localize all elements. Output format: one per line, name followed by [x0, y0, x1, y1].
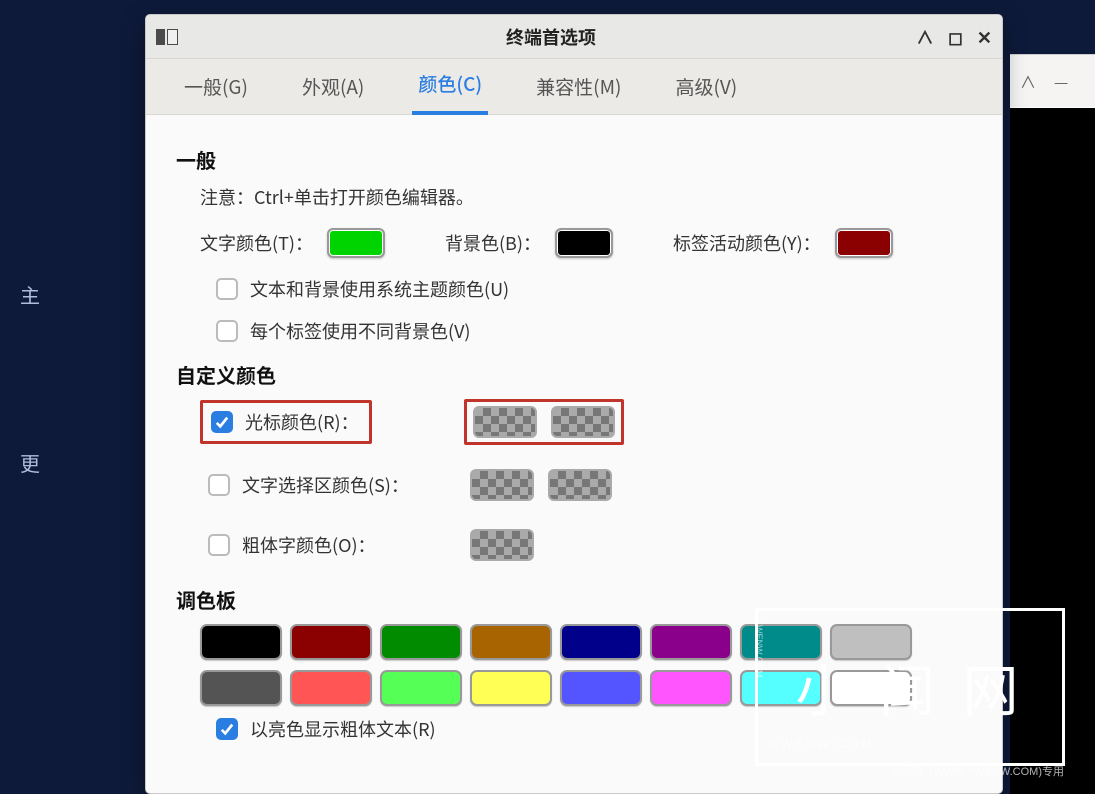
- bg-hint-1: 主: [20, 280, 40, 309]
- palette-swatch-row2-2[interactable]: [380, 670, 462, 706]
- bold-color-checkbox[interactable]: [208, 534, 230, 556]
- vary-bg-per-tab-label: 每个标签使用不同背景色(V): [250, 318, 471, 344]
- cursor-bg-swatch[interactable]: [551, 406, 615, 438]
- window-titlebar: 终端首选项 ∧ ◻ ✕: [146, 15, 1002, 59]
- tab-general[interactable]: 一般(G): [178, 59, 254, 114]
- tab-appearance[interactable]: 外观(A): [296, 59, 370, 114]
- app-icon: [156, 29, 178, 45]
- bright-bold-label: 以亮色显示粗体文本(R): [250, 716, 436, 742]
- palette-swatch-row1-0[interactable]: [200, 624, 282, 660]
- cursor-fg-swatch[interactable]: [473, 406, 537, 438]
- close-icon[interactable]: ✕: [977, 24, 992, 50]
- selection-bg-swatch[interactable]: [548, 469, 612, 501]
- section-general-heading: 一般: [176, 145, 972, 174]
- minimize-icon[interactable]: —: [1054, 69, 1068, 93]
- tab-colors[interactable]: 颜色(C): [412, 56, 488, 115]
- palette-swatch-row2-6[interactable]: [740, 670, 822, 706]
- tab-advanced[interactable]: 高级(V): [669, 59, 743, 114]
- vary-bg-per-tab-checkbox[interactable]: [216, 320, 238, 342]
- palette-swatch-row1-4[interactable]: [560, 624, 642, 660]
- palette-swatch-row2-3[interactable]: [470, 670, 552, 706]
- bg-color-label: 背景色(B)：: [445, 230, 541, 256]
- text-color-swatch[interactable]: [327, 228, 385, 258]
- selection-fg-swatch[interactable]: [470, 469, 534, 501]
- palette-row-2: [200, 670, 972, 706]
- cursor-color-label: 光标颜色(R)：: [245, 409, 359, 435]
- bg-hint-2: 更: [20, 448, 40, 477]
- palette-swatch-row2-7[interactable]: [830, 670, 912, 706]
- palette-swatch-row2-4[interactable]: [560, 670, 642, 706]
- maximize-icon[interactable]: ◻: [948, 24, 963, 50]
- bold-color-label: 粗体字颜色(O)：: [242, 532, 376, 558]
- tab-compat[interactable]: 兼容性(M): [530, 59, 627, 114]
- bright-bold-checkbox[interactable]: [216, 718, 238, 740]
- palette-swatch-row2-0[interactable]: [200, 670, 282, 706]
- palette-swatch-row1-1[interactable]: [290, 624, 372, 660]
- preferences-window: 终端首选项 ∧ ◻ ✕ 一般(G) 外观(A) 颜色(C) 兼容性(M) 高级(…: [145, 14, 1003, 794]
- tab-bar: 一般(G) 外观(A) 颜色(C) 兼容性(M) 高级(V): [146, 59, 1002, 115]
- text-color-label: 文字颜色(T)：: [200, 230, 313, 256]
- selection-color-checkbox[interactable]: [208, 474, 230, 496]
- section-custom-heading: 自定义颜色: [176, 360, 972, 389]
- palette-swatch-row2-1[interactable]: [290, 670, 372, 706]
- palette-swatch-row1-6[interactable]: [740, 624, 822, 660]
- palette-swatch-row1-5[interactable]: [650, 624, 732, 660]
- background-window-titlebar-controls[interactable]: ∧ —: [1010, 55, 1095, 107]
- palette-swatch-row1-7[interactable]: [830, 624, 912, 660]
- use-system-colors-checkbox[interactable]: [216, 278, 238, 300]
- chevron-up-icon[interactable]: ∧: [916, 24, 934, 50]
- use-system-colors-label: 文本和背景使用系统主题颜色(U): [250, 276, 509, 302]
- palette-swatch-row2-5[interactable]: [650, 670, 732, 706]
- palette-swatch-row1-3[interactable]: [470, 624, 552, 660]
- chevron-up-icon[interactable]: ∧: [1020, 69, 1036, 93]
- editor-note: 注意：Ctrl+单击打开颜色编辑器。: [200, 184, 972, 210]
- bold-color-swatch[interactable]: [470, 529, 534, 561]
- bg-color-swatch[interactable]: [555, 228, 613, 258]
- tab-content-colors: 一般 注意：Ctrl+单击打开颜色编辑器。 文字颜色(T)： 背景色(B)： 标…: [146, 115, 1002, 793]
- window-title: 终端首选项: [186, 24, 916, 50]
- background-terminal-area: [1010, 108, 1095, 794]
- tab-activity-color-label: 标签活动颜色(Y)：: [673, 230, 821, 256]
- cursor-color-checkbox[interactable]: [211, 411, 233, 433]
- palette-swatch-row1-2[interactable]: [380, 624, 462, 660]
- selection-color-label: 文字选择区颜色(S)：: [242, 472, 409, 498]
- tab-activity-color-swatch[interactable]: [835, 228, 893, 258]
- section-palette-heading: 调色板: [176, 585, 972, 614]
- palette-row-1: [200, 624, 972, 660]
